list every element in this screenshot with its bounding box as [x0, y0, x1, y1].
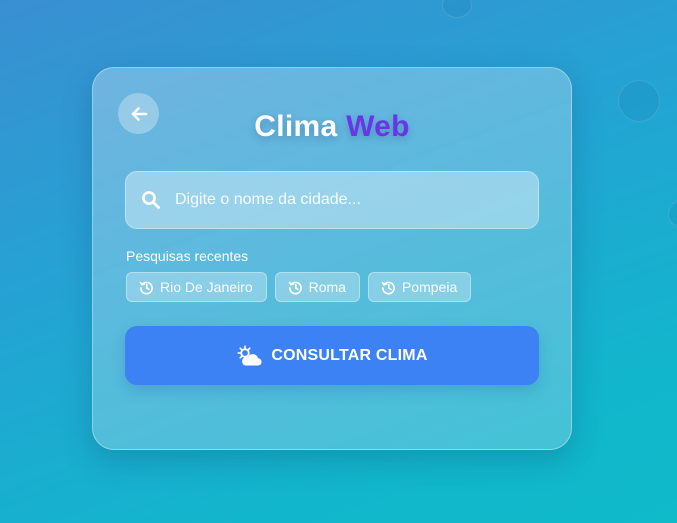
consult-weather-label: CONSULTAR CLIMA: [271, 346, 428, 364]
title-word-web: Web: [346, 110, 410, 143]
history-icon: [288, 280, 303, 295]
recent-searches-label: Pesquisas recentes: [126, 248, 249, 264]
title-word-clima: Clima: [254, 110, 338, 143]
consult-weather-button[interactable]: CONSULTAR CLIMA: [125, 326, 539, 385]
recent-search-chip[interactable]: Pompeia: [367, 272, 472, 302]
recent-searches-list: Rio De Janeiro Roma Pompeia: [126, 272, 472, 302]
search-box[interactable]: [125, 171, 539, 229]
page-title: Clima Web: [93, 110, 571, 144]
recent-search-label: Pompeia: [401, 279, 458, 295]
search-icon: [141, 190, 161, 210]
background-bubble: [442, 0, 472, 18]
recent-search-chip[interactable]: Rio De Janeiro: [126, 272, 267, 302]
history-icon: [381, 280, 396, 295]
recent-search-chip[interactable]: Roma: [274, 272, 360, 302]
background-bubble: [618, 80, 660, 122]
search-card: Clima Web Pesquisas recentes Rio De Jane…: [92, 67, 572, 450]
city-search-input[interactable]: [173, 190, 517, 210]
background-bubble: [668, 200, 677, 228]
sun-cloud-icon: [236, 344, 263, 367]
history-icon: [139, 280, 154, 295]
recent-search-label: Roma: [308, 279, 346, 295]
recent-search-label: Rio De Janeiro: [160, 279, 253, 295]
